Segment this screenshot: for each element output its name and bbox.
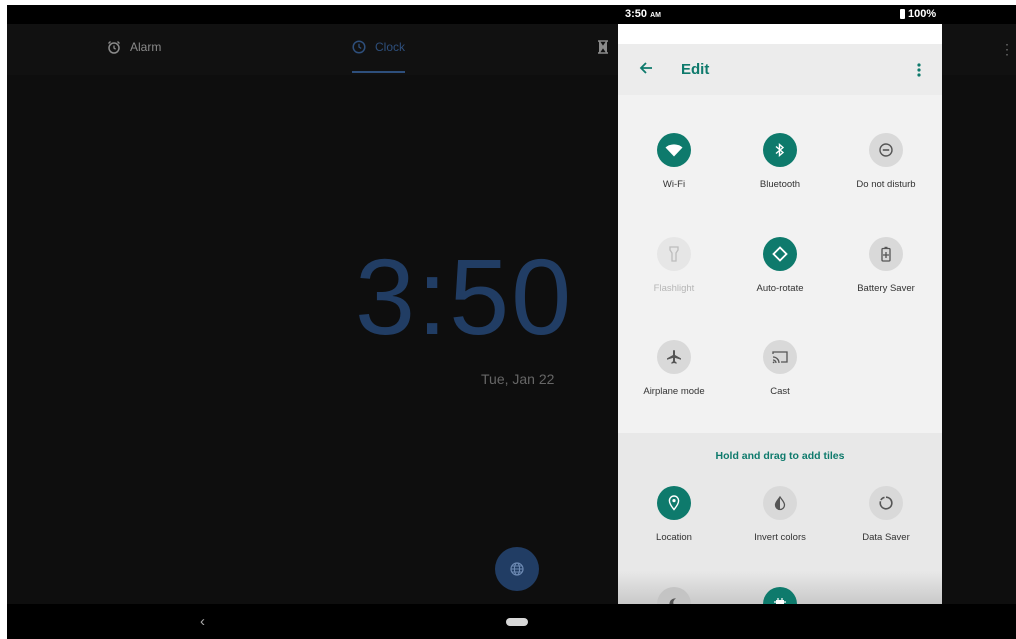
tab-clock[interactable]: Clock (352, 40, 405, 54)
tile-data-saver[interactable]: Data Saver (834, 486, 938, 543)
night-mode-icon (669, 598, 676, 604)
status-battery: 100% (900, 8, 936, 20)
bluetooth-icon (775, 142, 785, 158)
auto-rotate-tile-circle (763, 237, 797, 271)
tile-location[interactable]: Location (622, 486, 726, 543)
auto-rotate-icon (772, 246, 788, 262)
do-not-disturb-icon (879, 143, 893, 157)
alarm-icon (108, 41, 120, 54)
quick-settings-edit-panel: Edit Wi-Fi Bluetooth Do not disturb Flas… (618, 24, 942, 604)
tile-flashlight-label: Flashlight (653, 283, 695, 294)
navigation-bar: ‹ (7, 604, 1016, 639)
battery-percent: 100% (908, 8, 937, 20)
chip-icon (774, 598, 786, 604)
clock-icon (352, 40, 366, 54)
tab-alarm[interactable]: Alarm (107, 40, 161, 54)
add-tiles-header: Hold and drag to add tiles (715, 450, 845, 462)
clock-date: Tue, Jan 22 (481, 371, 555, 387)
tile-invert-colors-label: Invert colors (754, 532, 806, 543)
dnd-tile-circle (869, 133, 903, 167)
flashlight-icon (669, 246, 679, 262)
tile-bluetooth[interactable]: Bluetooth (728, 133, 832, 190)
tile-cast[interactable]: Cast (728, 340, 832, 397)
tile-do-not-disturb[interactable]: Do not disturb (834, 133, 938, 190)
tile-flashlight[interactable]: Flashlight (622, 237, 726, 294)
night-mode-tile-circle (657, 587, 691, 604)
more-options-icon[interactable]: ⋮ (1000, 42, 1014, 56)
status-bar: 3:50 AM 100% (7, 5, 1016, 24)
wifi-icon (665, 144, 683, 157)
world-clock-button[interactable] (495, 547, 539, 591)
selected-tab-indicator (352, 71, 405, 73)
data-saver-icon (879, 496, 893, 510)
tile-invert-colors[interactable]: Invert colors (728, 486, 832, 543)
tile-bluetooth-label: Bluetooth (759, 179, 801, 190)
globe-icon (510, 562, 524, 576)
edit-toolbar: Edit (618, 44, 942, 95)
cast-tile-circle (763, 340, 797, 374)
flashlight-tile-circle (657, 237, 691, 271)
invert-colors-tile-circle (763, 486, 797, 520)
tile-airplane-label: Airplane mode (643, 386, 705, 397)
tile-data-saver-label: Data Saver (862, 532, 910, 543)
cast-icon (772, 351, 788, 364)
panel-header-strip (618, 24, 942, 44)
tile-chip[interactable] (728, 587, 832, 604)
bluetooth-tile-circle (763, 133, 797, 167)
tile-battery-saver[interactable]: Battery Saver (834, 237, 938, 294)
tile-cast-label: Cast (770, 386, 790, 397)
wifi-tile-circle (657, 133, 691, 167)
clock-display: 3:50 (355, 236, 574, 357)
battery-icon (900, 9, 905, 19)
battery-saver-icon (881, 246, 891, 262)
data-saver-tile-circle (869, 486, 903, 520)
tile-wifi-label: Wi-Fi (662, 179, 686, 190)
tile-airplane-mode[interactable]: Airplane mode (622, 340, 726, 397)
battery-saver-tile-circle (869, 237, 903, 271)
tab-timer[interactable] (597, 40, 609, 54)
tile-night-mode[interactable] (622, 587, 726, 604)
status-time: 3:50 AM (625, 8, 661, 20)
tab-alarm-label: Alarm (130, 40, 162, 54)
tile-dnd-label: Do not disturb (856, 179, 916, 190)
back-arrow-icon[interactable] (638, 60, 654, 76)
tile-location-label: Location (656, 532, 692, 543)
location-icon (668, 495, 680, 511)
back-icon[interactable]: ‹ (200, 613, 205, 630)
home-pill-icon[interactable] (506, 618, 528, 626)
tile-battery-saver-label: Battery Saver (857, 283, 915, 294)
add-tiles-area: Hold and drag to add tiles Location Inve… (618, 433, 942, 604)
overflow-menu-icon[interactable] (916, 62, 922, 78)
airplane-icon (667, 350, 681, 364)
tile-auto-rotate-label: Auto-rotate (756, 283, 804, 294)
airplane-tile-circle (657, 340, 691, 374)
location-tile-circle (657, 486, 691, 520)
chip-tile-circle (763, 587, 797, 604)
tab-clock-label: Clock (375, 40, 406, 54)
edit-title: Edit (681, 61, 710, 78)
tablet-screen: 3:50 AM 100% Alarm Clock ⋮ 3:50 Tue, Jan… (7, 5, 1016, 639)
invert-colors-icon (774, 495, 786, 511)
hourglass-icon (598, 40, 608, 54)
tile-wifi[interactable]: Wi-Fi (622, 133, 726, 190)
tile-auto-rotate[interactable]: Auto-rotate (728, 237, 832, 294)
